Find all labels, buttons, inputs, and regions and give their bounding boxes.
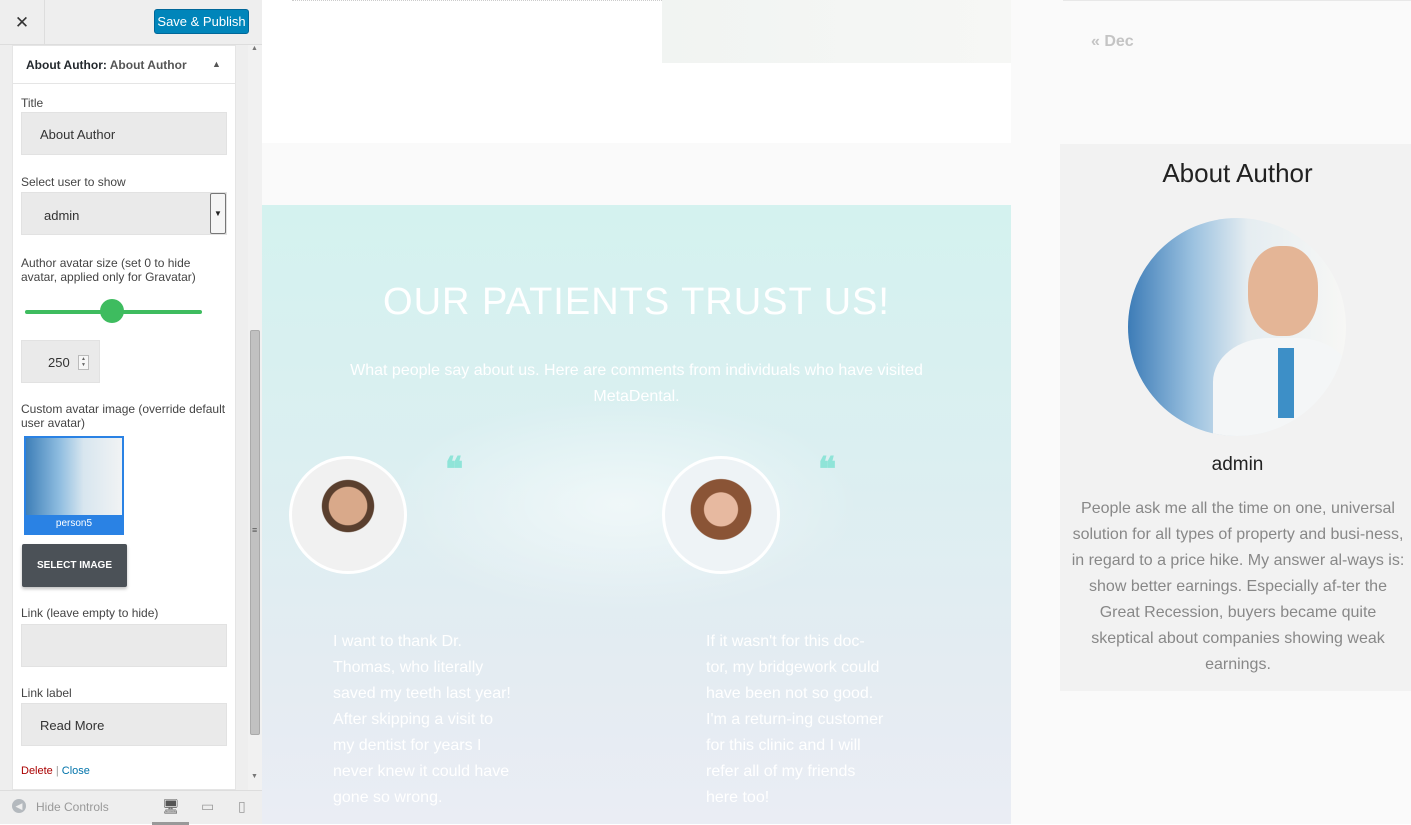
- about-author-title: About Author: [1162, 158, 1313, 188]
- delete-link[interactable]: Delete: [21, 765, 53, 777]
- customizer-sidebar: ✕ Save & Publish About Author: About Aut…: [0, 0, 262, 825]
- testimonials-section: OUR PATIENTS TRUST US! What people say a…: [262, 205, 1011, 824]
- title-label: Title: [21, 96, 44, 110]
- user-select[interactable]: admin ▼: [21, 192, 227, 235]
- testimonials-subheading: What people say about us. Here are comme…: [350, 362, 923, 405]
- quote-icon: ❝: [818, 450, 837, 490]
- avatar-thumbnail-filename: person5: [26, 515, 122, 533]
- customizer-footer: ◀ Hide Controls 🖥 ▭ ▯: [0, 790, 262, 825]
- select-user-label: Select user to show: [21, 175, 126, 189]
- calendar-divider: [1063, 0, 1411, 1]
- patient-avatar: [289, 456, 407, 574]
- sidebar-scrollbar[interactable]: ▲ ≡ ▼: [248, 45, 262, 790]
- user-select-value: admin: [44, 208, 80, 223]
- avatar-thumbnail-image: [26, 438, 122, 515]
- patient-avatar: [662, 456, 780, 574]
- testimonial-text: I want to thank Dr. Thomas, who literall…: [333, 633, 511, 806]
- scroll-grip-icon: ≡: [252, 525, 258, 535]
- custom-avatar-label: Custom avatar image (override default us…: [21, 402, 226, 430]
- about-author-widget: About Author admin People ask me all the…: [1060, 144, 1411, 691]
- select-image-button[interactable]: SELECT IMAGE: [22, 544, 127, 587]
- scrollbar-thumb[interactable]: ≡: [250, 330, 260, 735]
- link-label-input[interactable]: Read More: [21, 703, 227, 746]
- testimonials-heading: OUR PATIENTS TRUST US!: [383, 281, 890, 323]
- avatar-size-slider-handle[interactable]: [99, 299, 124, 323]
- calendar-prev-month-link[interactable]: « Dec: [1091, 33, 1134, 51]
- avatar-size-label: Author avatar size (set 0 to hide avatar…: [21, 256, 196, 284]
- content-top-section: [262, 0, 1011, 143]
- save-publish-button[interactable]: Save & Publish: [154, 9, 249, 34]
- sidebar-calendar-area: [1011, 0, 1411, 143]
- close-link[interactable]: Close: [62, 765, 90, 777]
- link-input[interactable]: [21, 624, 227, 667]
- testimonial-text: If it wasn't for this doc-tor, my bridge…: [706, 633, 884, 806]
- hide-controls-button[interactable]: Hide Controls: [36, 800, 109, 814]
- select-arrow-icon[interactable]: ▼: [210, 193, 226, 234]
- author-tie: [1278, 348, 1294, 418]
- background-image: [382, 395, 862, 615]
- widget-title-prefix: About Author:: [26, 58, 107, 72]
- quote-icon: ❝: [445, 450, 464, 490]
- author-name: admin: [1211, 454, 1264, 475]
- link-label: Link (leave empty to hide): [21, 606, 159, 620]
- widget-actions: Delete | Close: [21, 765, 90, 777]
- close-icon[interactable]: ✕: [0, 0, 45, 45]
- site-preview: OUR PATIENTS TRUST US! What people say a…: [262, 0, 1411, 824]
- avatar-size-input[interactable]: 250 ▲ ▼: [21, 340, 100, 383]
- author-bio: People ask me all the time on one, unive…: [1071, 500, 1405, 673]
- widget-panel: About Author: About Author ▲ Title About…: [12, 45, 236, 790]
- author-avatar: [1128, 218, 1346, 436]
- scroll-up-arrow-icon[interactable]: ▲: [251, 45, 258, 52]
- actions-separator: |: [55, 765, 59, 777]
- stepper-icon[interactable]: ▲ ▼: [78, 355, 89, 370]
- content-image: [662, 0, 1011, 63]
- author-face: [1248, 246, 1318, 336]
- mobile-preview-icon[interactable]: ▯: [238, 798, 246, 815]
- collapse-arrow-icon[interactable]: ▲: [212, 59, 221, 69]
- customizer-header: ✕ Save & Publish: [0, 0, 262, 45]
- link-label-label: Link label: [21, 686, 72, 700]
- avatar-size-value: 250: [48, 355, 70, 370]
- collapse-icon[interactable]: ◀: [12, 799, 26, 813]
- widget-title-value: About Author: [109, 58, 187, 72]
- tablet-preview-icon[interactable]: ▭: [201, 798, 214, 815]
- desktop-preview-icon[interactable]: 🖥: [162, 798, 180, 815]
- title-input[interactable]: About Author: [21, 112, 227, 155]
- custom-avatar-thumbnail[interactable]: person5: [24, 436, 124, 535]
- widget-header[interactable]: About Author: About Author ▲: [13, 46, 235, 84]
- widget-title: About Author: About Author: [26, 58, 187, 72]
- scroll-down-arrow-icon[interactable]: ▼: [251, 773, 258, 780]
